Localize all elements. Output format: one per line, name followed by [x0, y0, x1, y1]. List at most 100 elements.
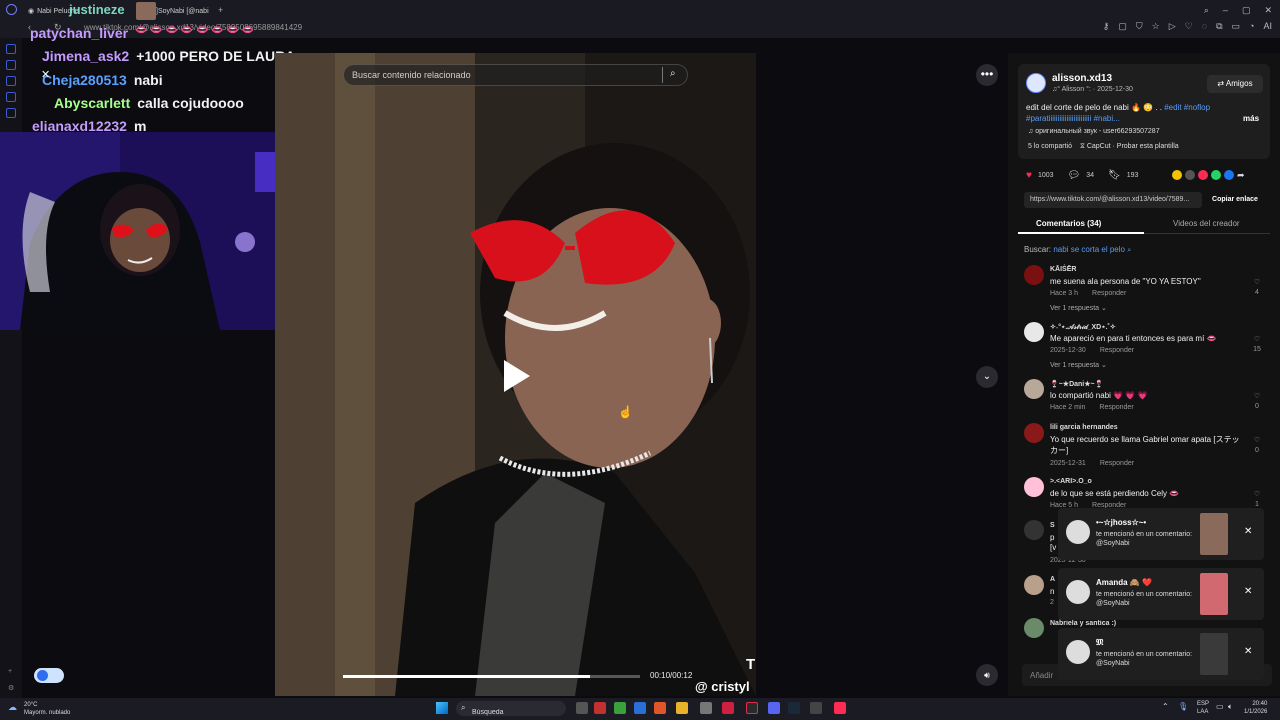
- comment-avatar[interactable]: [1024, 575, 1044, 595]
- app-icon[interactable]: [746, 702, 758, 714]
- facebook-icon[interactable]: [1224, 170, 1234, 180]
- app-icon[interactable]: [614, 702, 626, 714]
- comment-avatar[interactable]: [1024, 477, 1044, 497]
- taskbar-search-input[interactable]: [456, 705, 566, 720]
- minimize-icon[interactable]: –: [1223, 5, 1228, 16]
- wallet-icon[interactable]: ▭: [1232, 21, 1241, 32]
- comment-author[interactable]: ✧˖°⋆.𝒜𝓈𝓉𝓇𝒾𝒹_XD⋆.˚✧: [1050, 323, 1116, 332]
- copy-link-button[interactable]: Copiar enlace: [1204, 192, 1266, 208]
- profile-icon[interactable]: ◔: [1249, 21, 1254, 32]
- save-stat[interactable]: 🔖︎ 193: [1108, 170, 1138, 181]
- shield-icon[interactable]: ⛉: [1136, 21, 1143, 32]
- close-video-icon[interactable]: ✕: [41, 68, 50, 81]
- extension-icon[interactable]: ⧉: [1216, 21, 1222, 32]
- comment-avatar[interactable]: [1024, 379, 1044, 399]
- comment-author[interactable]: Nabriela y santica :): [1050, 620, 1116, 627]
- volume-button[interactable]: 🔊︎: [976, 664, 998, 686]
- comment-avatar[interactable]: [1024, 322, 1044, 342]
- comment-like-icon[interactable]: ♡: [1250, 335, 1264, 343]
- browser-logo-icon[interactable]: [6, 4, 17, 15]
- comment-author[interactable]: S: [1050, 522, 1055, 529]
- search-icon[interactable]: ⌕: [1204, 5, 1209, 16]
- like-stat[interactable]: ♥ 1003: [1026, 170, 1054, 181]
- language-indicator[interactable]: ESP LAA: [1197, 700, 1209, 716]
- whatsapp-icon[interactable]: [1211, 170, 1221, 180]
- search-suggestion-query[interactable]: nabi se corta el pelo: [1053, 245, 1125, 254]
- star-icon[interactable]: ☆: [1152, 21, 1160, 32]
- comment-author[interactable]: >.<ARI>.O_o: [1050, 478, 1092, 485]
- sound-link[interactable]: ♫ оригинальный звук - user66293507287: [1028, 128, 1160, 135]
- chat-icon[interactable]: ◌: [1202, 21, 1207, 32]
- close-icon[interactable]: ✕: [1264, 5, 1272, 16]
- reply-button[interactable]: Responder: [1099, 404, 1133, 411]
- tab-soynabi[interactable]: ]SoyNabi [@nabi: [156, 4, 209, 18]
- app-icon[interactable]: [810, 702, 822, 714]
- send-icon[interactable]: [1198, 170, 1208, 180]
- comment-stat[interactable]: 💬︎ 34: [1068, 170, 1095, 181]
- reply-button[interactable]: Responder: [1092, 290, 1126, 297]
- share-arrow-icon[interactable]: ➦: [1237, 170, 1245, 181]
- search-suggestion[interactable]: Buscar: nabi se corta el pelo ⌕: [1024, 245, 1131, 255]
- comment-author[interactable]: lili garcia hernandes: [1050, 424, 1118, 431]
- volume-icon[interactable]: 🔈︎: [1228, 702, 1233, 712]
- system-clock[interactable]: 20:40 1/1/2026: [1244, 700, 1267, 716]
- comment-author[interactable]: 🍷~★Dani★~🍷: [1050, 380, 1103, 388]
- comment-avatar[interactable]: [1024, 520, 1044, 540]
- tab-creator-videos[interactable]: Videos del creador: [1173, 219, 1240, 228]
- view-replies-button[interactable]: Ver 1 respuesta ⌄: [1050, 304, 1107, 312]
- sidebar-add-icon[interactable]: +: [8, 668, 12, 675]
- play-icon[interactable]: [504, 360, 530, 392]
- more-text-button[interactable]: más: [1243, 114, 1259, 123]
- coin-icon[interactable]: [1172, 170, 1182, 180]
- comment-author[interactable]: KĀIṠĒR: [1050, 266, 1076, 273]
- app-icon[interactable]: [634, 702, 646, 714]
- windows-start-icon[interactable]: [436, 702, 448, 714]
- comment-like-icon[interactable]: ♡: [1250, 278, 1264, 286]
- desc-tags-2[interactable]: #paratiiiiiiiiiiiiiiiiiiiiiiii #nabi...: [1026, 114, 1120, 123]
- folder-icon[interactable]: [676, 702, 688, 714]
- sidebar-refresh-icon[interactable]: [6, 60, 16, 70]
- page-icon[interactable]: ▢: [1118, 21, 1127, 32]
- author-avatar[interactable]: [1026, 73, 1046, 93]
- ai-button[interactable]: AI: [1263, 21, 1272, 32]
- discord-icon[interactable]: [768, 702, 780, 714]
- steam-icon[interactable]: [788, 702, 800, 714]
- play-icon[interactable]: ▷: [1169, 21, 1176, 32]
- tray-arrow-icon[interactable]: ⌃: [1162, 702, 1169, 711]
- next-video-button[interactable]: ⌄: [976, 366, 998, 388]
- related-search-input[interactable]: [344, 65, 662, 85]
- embed-icon[interactable]: [1185, 170, 1195, 180]
- sidebar-settings-icon[interactable]: ⚙: [8, 684, 14, 692]
- search-icon[interactable]: ⌕: [670, 68, 676, 79]
- comment-avatar[interactable]: [1024, 265, 1044, 285]
- task-view-icon[interactable]: [576, 702, 588, 714]
- comment-like-icon[interactable]: ♡: [1250, 490, 1264, 498]
- app-icon[interactable]: [722, 702, 734, 714]
- taskbar-search[interactable]: ⌕: [456, 701, 566, 720]
- comment-avatar[interactable]: [1024, 423, 1044, 443]
- mic-icon[interactable]: 🎙︎: [1178, 702, 1188, 711]
- tab-comments[interactable]: Comentarios (34): [1036, 219, 1101, 228]
- comment-like-icon[interactable]: ♡: [1250, 392, 1264, 400]
- brave-icon[interactable]: [654, 702, 666, 714]
- mention-notification[interactable]: Amanda 🙈 ❤️ te mencionó en un comentario:…: [1058, 568, 1264, 620]
- sidebar-home-icon[interactable]: [6, 44, 16, 54]
- app-icon[interactable]: [700, 702, 712, 714]
- network-icon[interactable]: ▭: [1216, 702, 1224, 711]
- sidebar-list-icon[interactable]: [6, 108, 16, 118]
- maximize-icon[interactable]: ▢: [1242, 5, 1251, 16]
- weather-widget[interactable]: 20°C Mayorm. nublado: [24, 701, 70, 717]
- comment-avatar[interactable]: [1024, 618, 1044, 638]
- post-url[interactable]: https://www.tiktok.com/@alisson.xd13/vid…: [1024, 192, 1202, 208]
- comment-author[interactable]: A: [1050, 576, 1055, 583]
- heart-icon[interactable]: ♡: [1185, 21, 1193, 32]
- tiktok-icon[interactable]: [834, 702, 846, 714]
- more-options-button[interactable]: •••: [976, 64, 998, 86]
- view-replies-button[interactable]: Ver 1 respuesta ⌄: [1050, 361, 1107, 369]
- desc-tags[interactable]: #edit #noflop: [1164, 103, 1210, 112]
- sidebar-bookmark-icon[interactable]: [6, 92, 16, 102]
- close-icon[interactable]: ✕: [1244, 526, 1252, 537]
- app-icon[interactable]: [594, 702, 606, 714]
- related-search-bar[interactable]: ⌕: [343, 64, 688, 86]
- reply-button[interactable]: Responder: [1100, 460, 1134, 467]
